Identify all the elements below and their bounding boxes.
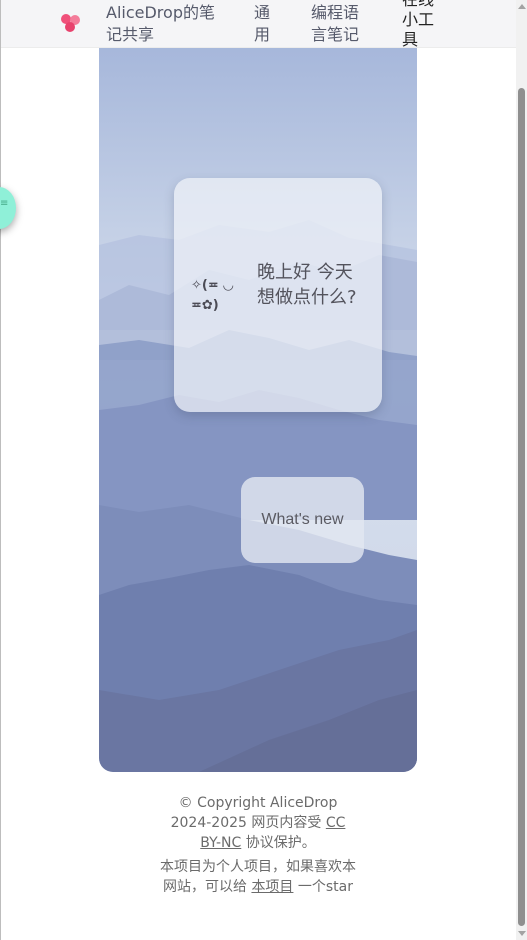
page-left-border (0, 0, 1, 940)
nav-item-general[interactable]: 通用 (254, 2, 276, 46)
kaomoji-text: ✧(≖ ◡ ≖✿) (191, 278, 234, 313)
greeting-text: 晚上好 今天想做点什么? (257, 262, 357, 308)
scrollbar-thumb[interactable] (518, 88, 525, 926)
site-title-link[interactable]: AliceDrop的笔记共享 (106, 2, 226, 46)
nav-item-online-tools[interactable]: 在线小工具 (402, 0, 436, 50)
menu-icon: ≡ (0, 198, 9, 209)
project-link[interactable]: 本项目 (251, 879, 293, 895)
footer-star-note: 本项目为个人项目，如果喜欢本网站，可以给 本项目 一个star (160, 857, 356, 897)
copyright-suffix: 协议保护。 (245, 835, 316, 851)
scroll-down-arrow-icon[interactable] (518, 931, 526, 936)
footer-copyright: © Copyright AliceDrop 2024-2025 网页内容受 CC… (160, 793, 356, 853)
whats-new-button[interactable]: What's new (241, 477, 364, 563)
star-note-suffix: 一个star (297, 879, 354, 895)
scroll-up-arrow-icon[interactable] (518, 4, 526, 9)
heart-logo-icon[interactable] (58, 11, 84, 35)
floating-menu-button[interactable]: ≡ (0, 187, 16, 229)
nav-item-language-notes[interactable]: 编程语言笔记 (311, 2, 363, 46)
vertical-scrollbar[interactable] (516, 0, 527, 940)
copyright-text: © Copyright AliceDrop 2024-2025 网页内容受 (170, 795, 338, 831)
